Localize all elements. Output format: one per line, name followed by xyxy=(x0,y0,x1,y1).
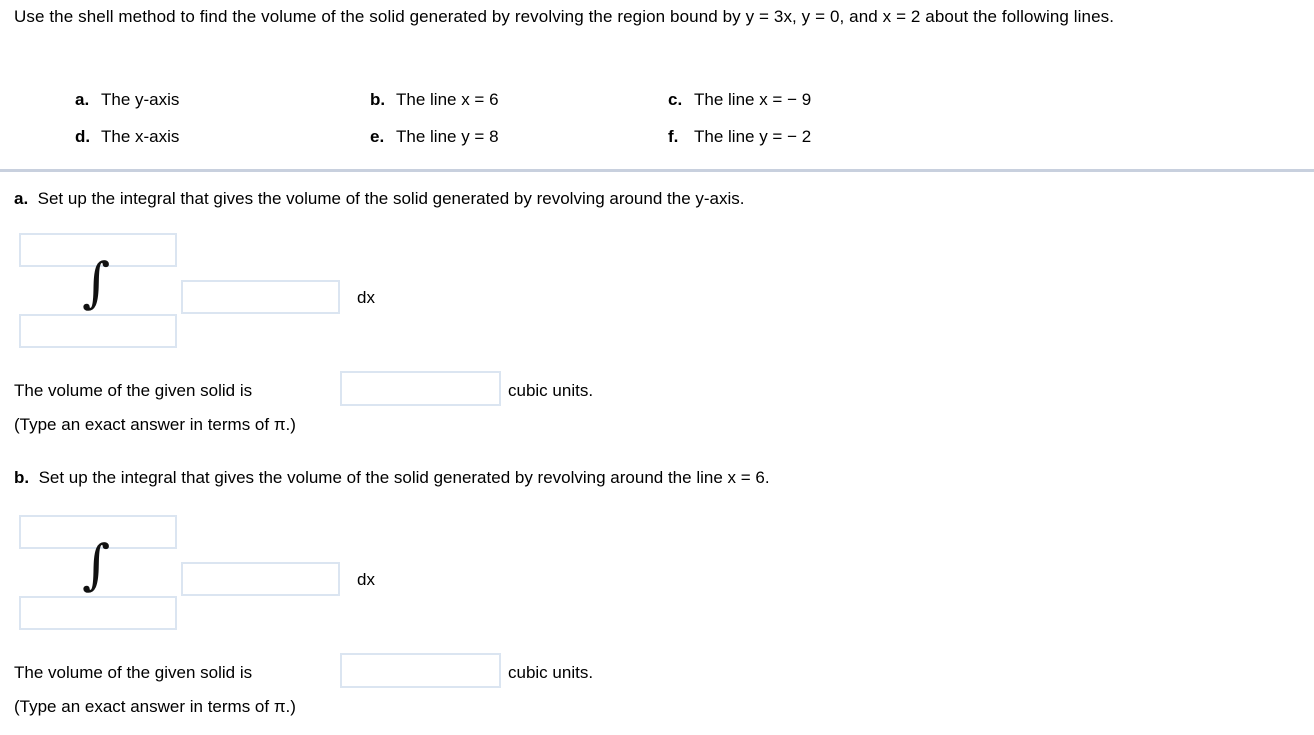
integral-a-sign: ∫ xyxy=(82,251,111,314)
choice-e: e. The line y = 8 xyxy=(370,127,668,147)
section-a-label: a. xyxy=(14,189,38,208)
section-b-answer-units: cubic units. xyxy=(508,663,594,682)
choice-f-label: The line y = − 2 xyxy=(694,127,812,146)
section-b-prompt: Set up the integral that gives the volum… xyxy=(38,468,770,487)
choice-e-letter: e. xyxy=(370,127,385,146)
worksheet-page: Use the shell method to find the volume … xyxy=(0,0,1314,735)
choice-a-label: The y-axis xyxy=(101,90,180,109)
choice-a: a. The y-axis xyxy=(75,90,370,110)
choice-d-label: The x-axis xyxy=(101,127,180,146)
section-b-answer-note: (Type an exact answer in terms of π.) xyxy=(14,697,296,716)
choice-f: f. The line y = − 2 xyxy=(668,127,968,147)
section-b-answer-prefix: The volume of the given solid is xyxy=(14,663,253,682)
integral-b-differential: dx xyxy=(357,570,375,589)
integral-a-differential: dx xyxy=(357,288,375,307)
choice-a-letter: a. xyxy=(75,90,90,109)
choice-row: a. The y-axis b. The line x = 6 c. The l… xyxy=(75,90,1225,127)
choice-d-letter: d. xyxy=(75,127,91,146)
section-b-label: b. xyxy=(14,468,39,487)
choice-list: a. The y-axis b. The line x = 6 c. The l… xyxy=(75,90,1225,164)
choice-e-label: The line y = 8 xyxy=(396,127,499,146)
section-divider xyxy=(0,169,1314,172)
section-b-heading: b. Set up the integral that gives the vo… xyxy=(14,468,770,488)
section-b-answer-input[interactable] xyxy=(340,653,501,688)
choice-b: b. The line x = 6 xyxy=(370,90,668,110)
choice-b-letter: b. xyxy=(370,90,386,109)
integral-a-integrand-input[interactable] xyxy=(181,280,340,314)
problem-statement: Use the shell method to find the volume … xyxy=(14,7,1115,26)
choice-b-label: The line x = 6 xyxy=(396,90,499,109)
integral-a-lower-limit-input[interactable] xyxy=(19,314,177,348)
choice-row: d. The x-axis e. The line y = 8 f. The l… xyxy=(75,127,1225,164)
section-a-answer-input[interactable] xyxy=(340,371,501,406)
integral-b-integrand-input[interactable] xyxy=(181,562,340,596)
section-a-answer-units: cubic units. xyxy=(508,381,594,400)
choice-c-label: The line x = − 9 xyxy=(694,90,812,109)
choice-c-letter: c. xyxy=(668,90,683,109)
integral-b-lower-limit-input[interactable] xyxy=(19,596,177,630)
section-a-prompt: Set up the integral that gives the volum… xyxy=(37,189,745,208)
section-a-answer-note: (Type an exact answer in terms of π.) xyxy=(14,415,296,434)
section-a-heading: a. Set up the integral that gives the vo… xyxy=(14,189,745,209)
choice-d: d. The x-axis xyxy=(75,127,370,147)
choice-c: c. The line x = − 9 xyxy=(668,90,968,110)
choice-f-letter: f. xyxy=(668,127,679,146)
integral-b-sign: ∫ xyxy=(82,533,111,596)
section-a-answer-prefix: The volume of the given solid is xyxy=(14,381,253,400)
